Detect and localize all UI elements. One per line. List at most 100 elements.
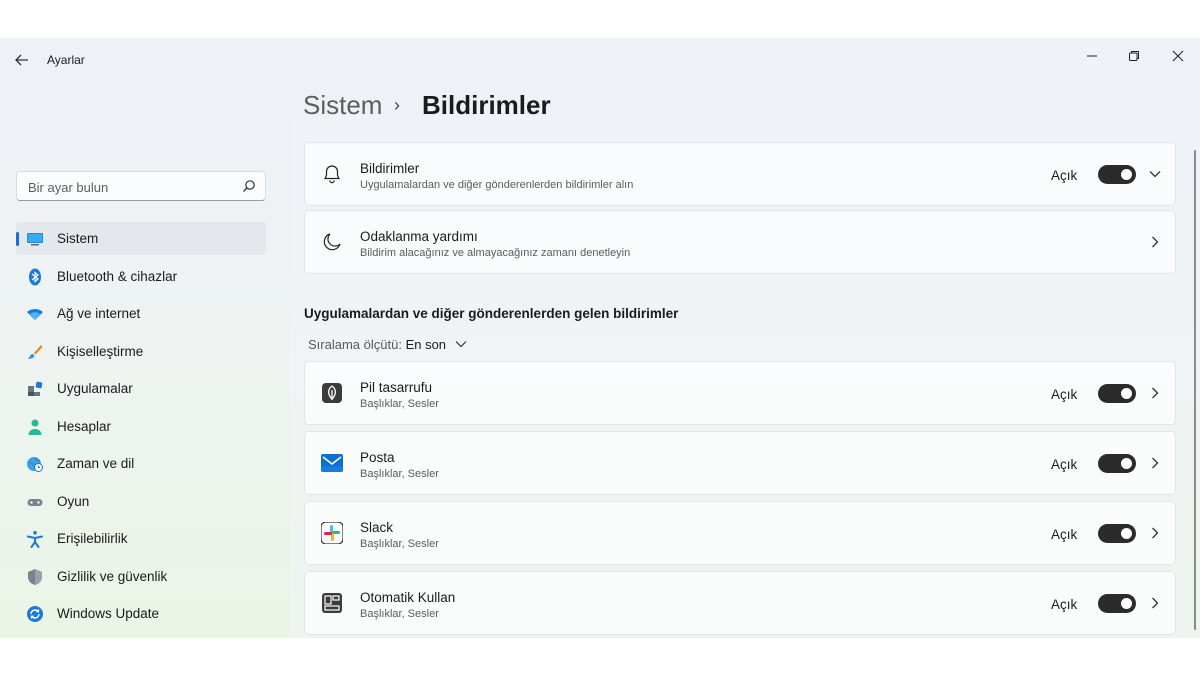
app-name: Posta — [360, 450, 395, 465]
brush-icon — [28, 345, 43, 359]
minimize-icon — [1087, 55, 1097, 57]
title-bar: Ayarlar — [0, 38, 1200, 82]
sidebar-item-label: Kişiselleştirme — [57, 344, 144, 359]
sidebar-item-label: Windows Update — [57, 606, 160, 621]
search-input[interactable] — [26, 177, 230, 197]
breadcrumb-separator: › — [394, 95, 400, 115]
app-notification-card[interactable]: Slack Başlıklar, Sesler Açık — [304, 501, 1176, 565]
breadcrumb-parent[interactable]: Sistem — [303, 90, 382, 121]
sidebar-item-label: Gizlilik ve güvenlik — [57, 569, 168, 584]
chevron-down-icon — [1149, 171, 1161, 178]
shield-icon — [28, 569, 42, 585]
toggle-knob — [1121, 528, 1132, 539]
accessibility-icon — [27, 531, 43, 548]
slack-icon — [321, 522, 343, 544]
navigate-button[interactable] — [1145, 452, 1165, 474]
setting-description: Bildirim alacağınız ve almayacağınız zam… — [360, 247, 631, 259]
chevron-down-icon — [455, 341, 467, 348]
app-notification-card[interactable]: Otomatik Kullan Başlıklar, Sesler Açık — [304, 571, 1176, 635]
person-icon — [28, 419, 42, 435]
setting-title: Bildirimler — [360, 161, 420, 176]
app-name: Otomatik Kullan — [360, 590, 456, 605]
app-notification-types: Başlıklar, Sesler — [360, 468, 439, 480]
wifi-icon — [27, 308, 43, 320]
sidebar-item-windows-update[interactable]: Windows Update — [16, 597, 266, 630]
navigate-button[interactable] — [1145, 382, 1165, 404]
scrollbar[interactable] — [1194, 150, 1196, 630]
app-notification-types: Başlıklar, Sesler — [360, 398, 439, 410]
sidebar-item-ag-ve-internet[interactable]: Ağ ve internet — [16, 297, 266, 330]
settings-window: Ayarlar Sistem Bluetooth & cihazlar Ağ v… — [0, 38, 1200, 638]
navigate-button[interactable] — [1145, 522, 1165, 544]
sidebar-item-label: Uygulamalar — [57, 381, 133, 396]
close-button[interactable] — [1158, 42, 1198, 70]
app-name: Pil tasarrufu — [360, 380, 433, 395]
app-notification-types: Başlıklar, Sesler — [360, 538, 439, 550]
minimize-button[interactable] — [1072, 42, 1112, 70]
battery-saver-icon — [322, 383, 342, 403]
active-indicator — [16, 232, 19, 246]
navigate-button[interactable] — [1145, 231, 1165, 253]
section-title: Uygulamalardan ve diğer gönderenlerden g… — [304, 306, 679, 321]
app-notification-toggle[interactable] — [1098, 454, 1136, 473]
search-icon[interactable] — [242, 179, 256, 193]
app-notification-toggle[interactable] — [1098, 594, 1136, 613]
moon-icon — [323, 233, 341, 251]
app-notification-toggle[interactable] — [1098, 524, 1136, 543]
toggle-knob — [1121, 169, 1132, 180]
sidebar-item-bluetooth[interactable]: Bluetooth & cihazlar — [16, 260, 266, 293]
bluetooth-icon — [29, 268, 41, 286]
sort-value: En son — [405, 337, 447, 352]
sidebar-item-label: Erişilebilirlik — [57, 531, 128, 546]
autoplay-icon — [322, 593, 342, 613]
bell-icon — [324, 165, 340, 184]
app-notification-types: Başlıklar, Sesler — [360, 608, 439, 620]
toggle-state-label: Açık — [1051, 457, 1078, 472]
sidebar-item-oyun[interactable]: Oyun — [16, 485, 266, 518]
sidebar-item-uygulamalar[interactable]: Uygulamalar — [16, 372, 266, 405]
app-notification-card[interactable]: Posta Başlıklar, Sesler Açık — [304, 431, 1176, 495]
sidebar-item-gizlilik-ve-guvenlik[interactable]: Gizlilik ve güvenlik — [16, 560, 266, 593]
sidebar-item-label: Bluetooth & cihazlar — [57, 269, 178, 284]
search-box[interactable] — [16, 171, 266, 201]
navigate-button[interactable] — [1145, 592, 1165, 614]
sidebar-item-label: Zaman ve dil — [57, 456, 135, 471]
app-name: Slack — [360, 520, 394, 535]
sidebar-item-erisilebilirlik[interactable]: Erişilebilirlik — [16, 522, 266, 555]
expand-button[interactable] — [1145, 163, 1165, 185]
chevron-right-icon — [1152, 527, 1159, 539]
toggle-state-label: Açık — [1051, 168, 1078, 183]
sidebar-item-sistem[interactable]: Sistem — [16, 222, 266, 255]
mail-icon — [321, 454, 343, 472]
app-title: Ayarlar — [47, 53, 85, 67]
focus-assist-card[interactable]: Odaklanma yardımı Bildirim alacağınız ve… — [304, 210, 1176, 274]
setting-description: Uygulamalardan ve diğer gönderenlerden b… — [360, 179, 634, 191]
app-notification-toggle[interactable] — [1098, 384, 1136, 403]
restore-button[interactable] — [1114, 42, 1154, 70]
toggle-state-label: Açık — [1051, 527, 1078, 542]
restore-icon — [1129, 51, 1139, 61]
arrow-left-icon — [15, 54, 28, 66]
sidebar-item-label: Hesaplar — [57, 419, 112, 434]
sidebar-item-label: Sistem — [57, 231, 99, 246]
toggle-knob — [1121, 388, 1132, 399]
update-icon — [27, 606, 43, 622]
notifications-toggle[interactable] — [1098, 165, 1136, 184]
app-notification-card[interactable]: Pil tasarrufu Başlıklar, Sesler Açık — [304, 361, 1176, 425]
toggle-state-label: Açık — [1051, 597, 1078, 612]
back-button[interactable] — [10, 50, 34, 70]
close-icon — [1172, 50, 1184, 62]
sidebar-item-hesaplar[interactable]: Hesaplar — [16, 410, 266, 443]
sort-dropdown[interactable]: Sıralama ölçütü: En son — [308, 337, 467, 352]
page-title: Bildirimler — [422, 90, 551, 120]
toggle-knob — [1121, 598, 1132, 609]
chevron-right-icon — [1152, 457, 1159, 469]
toggle-state-label: Açık — [1051, 387, 1078, 402]
display-icon — [27, 233, 43, 246]
notifications-setting-card[interactable]: Bildirimler Uygulamalardan ve diğer gönd… — [304, 142, 1176, 206]
sidebar-item-zaman-ve-dil[interactable]: Zaman ve dil — [16, 447, 266, 480]
sort-label: Sıralama ölçütü: — [308, 337, 402, 352]
sidebar-item-kisisellestirme[interactable]: Kişiselleştirme — [16, 335, 266, 368]
toggle-knob — [1121, 458, 1132, 469]
globe-clock-icon — [27, 457, 43, 472]
